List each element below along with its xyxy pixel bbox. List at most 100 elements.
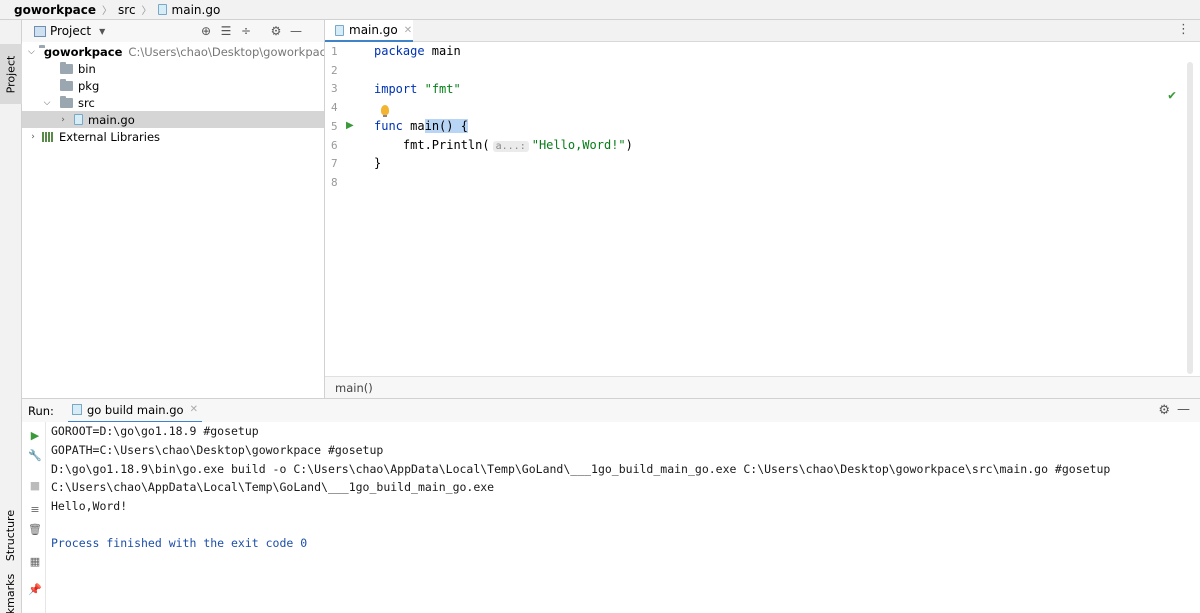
folder-icon	[60, 78, 73, 91]
lightbulb-icon[interactable]	[381, 105, 389, 117]
keyword: package	[374, 44, 425, 58]
tool-window-bookmarks-label: Bookmarks	[4, 573, 18, 613]
project-tree: ⌵ goworkpace C:\Users\chao\Desktop\gowor…	[22, 42, 333, 398]
left-tool-strip: Project Structure Bookmarks	[0, 20, 22, 613]
tool-window-bookmarks[interactable]: Bookmarks	[0, 573, 22, 613]
gear-icon[interactable]: ⚙	[268, 23, 284, 39]
line-number: 1	[331, 45, 338, 58]
line-number: 2	[331, 64, 338, 77]
keyword: func	[374, 119, 403, 133]
no-problems-check-icon[interactable]: ✔	[1168, 88, 1176, 103]
run-gutter-icon[interactable]: ▶	[346, 120, 354, 131]
go-build-icon	[71, 404, 82, 415]
rerun-icon[interactable]: ▶	[28, 428, 42, 442]
chevron-down-icon[interactable]: ⌵	[28, 47, 35, 57]
close-icon[interactable]: ✕	[404, 25, 412, 36]
tree-item-path: C:\Users\chao\Desktop\goworkpace	[128, 44, 334, 59]
tree-item-src[interactable]: ⌵ src	[22, 94, 324, 111]
go-file-icon	[335, 24, 344, 36]
run-toolbar: ▶ 🔧 ■ ≡ 🗑 ▦ 📌	[22, 422, 46, 613]
console-line: Process finished with the exit code 0	[51, 536, 308, 550]
code-line-6: fmt.Println(a...: "Hello,Word!")	[374, 138, 633, 152]
library-icon	[42, 131, 54, 142]
go-file-icon	[74, 114, 83, 125]
code-text: fmt.Println(	[402, 138, 490, 152]
console-line: GOROOT=D:\go\go1.18.9 #gosetup	[51, 424, 259, 438]
tool-window-project-label: Project	[4, 55, 18, 93]
hide-panel-icon[interactable]: —	[1177, 402, 1190, 417]
tree-item-label: goworkpace	[43, 44, 123, 59]
line-number: 3	[331, 82, 338, 95]
run-tab-go-build[interactable]: go build main.go ✕	[67, 399, 202, 423]
more-options-icon[interactable]: ⋮	[1177, 22, 1190, 37]
code-text: ma	[410, 119, 425, 133]
breadcrumb-folder[interactable]: src	[118, 3, 136, 17]
go-file-icon	[157, 4, 167, 15]
code-text: () {	[439, 119, 468, 133]
chevron-down-icon[interactable]: ▼	[99, 27, 105, 36]
code-line-5: func main() {	[374, 119, 468, 133]
tree-item-label: External Libraries	[59, 129, 161, 144]
string-literal: "fmt"	[424, 82, 461, 96]
close-icon[interactable]: ✕	[190, 404, 198, 415]
editor-tab-label: main.go	[349, 23, 398, 37]
tree-item-main-go[interactable]: › main.go	[22, 111, 324, 128]
tool-window-structure[interactable]: Structure	[0, 500, 22, 570]
console-output[interactable]: GOROOT=D:\go\go1.18.9 #gosetup GOPATH=C:…	[47, 422, 1197, 613]
tool-window-project[interactable]: Project	[0, 44, 22, 104]
keyword: import	[374, 82, 418, 96]
run-tab-label: go build main.go	[86, 402, 184, 417]
trash-icon[interactable]: 🗑	[28, 522, 42, 536]
layout-icon[interactable]: ▦	[28, 554, 42, 568]
editor-scrollbar[interactable]	[1187, 62, 1193, 374]
console-line: D:\go\go1.18.9\bin\go.exe build -o C:\Us…	[51, 462, 1111, 476]
tree-item-external-libraries[interactable]: › External Libraries	[22, 128, 324, 145]
project-view-icon	[34, 25, 46, 37]
gear-icon[interactable]: ⚙	[1158, 403, 1170, 418]
soft-wrap-icon[interactable]: ≡	[28, 502, 42, 516]
console-line: Hello,Word!	[51, 499, 128, 513]
tree-item-pkg[interactable]: pkg	[22, 77, 324, 94]
console-line: GOPATH=C:\Users\chao\Desktop\goworkpace …	[51, 443, 384, 457]
breadcrumb-file[interactable]: main.go	[172, 3, 221, 17]
chevron-down-icon[interactable]: ⌵	[42, 98, 52, 108]
selected-text: in	[424, 119, 440, 133]
project-view-selector[interactable]: Project	[50, 24, 91, 38]
expand-all-icon[interactable]: ☰	[218, 23, 234, 39]
chevron-right-icon: 〉	[102, 6, 113, 17]
collapse-all-icon[interactable]: ÷	[238, 23, 254, 39]
chevron-right-icon[interactable]: ›	[58, 115, 68, 125]
code-text: )	[625, 138, 633, 152]
run-panel-header: Run: go build main.go ✕ ⚙ —	[22, 398, 1200, 423]
tree-item-label: pkg	[78, 78, 100, 93]
tree-item-goworkpace[interactable]: ⌵ goworkpace C:\Users\chao\Desktop\gowor…	[22, 43, 333, 60]
stop-icon[interactable]: ■	[28, 478, 42, 492]
editor-breadcrumb: main()	[325, 376, 1200, 398]
tree-item-label: main.go	[88, 112, 135, 127]
tree-item-label: bin	[78, 61, 96, 76]
wrench-icon[interactable]: 🔧	[28, 448, 42, 462]
code-editor[interactable]: package main import "fmt" func main() { …	[374, 42, 1184, 376]
current-function[interactable]: main()	[335, 381, 373, 395]
editor-gutter[interactable]: 1 2 3 4 5 ▶ 6 7 8	[325, 42, 367, 376]
code-line-7: }	[374, 156, 381, 170]
line-number: 5	[331, 120, 338, 133]
hide-panel-icon[interactable]: —	[288, 23, 304, 39]
editor-tab-main-go[interactable]: main.go ✕	[325, 20, 413, 42]
line-number: 4	[331, 101, 338, 114]
breadcrumb-project[interactable]: goworkpace	[14, 3, 96, 17]
console-line: C:\Users\chao\AppData\Local\Temp\GoLand\…	[51, 480, 495, 494]
tree-item-label: src	[78, 95, 95, 110]
code-text: main	[424, 44, 461, 58]
pin-icon[interactable]: 📌	[28, 582, 42, 596]
tree-item-bin[interactable]: bin	[22, 60, 324, 77]
line-number: 7	[331, 157, 338, 170]
line-number: 6	[331, 139, 338, 152]
folder-icon	[60, 95, 73, 108]
folder-icon	[60, 61, 73, 74]
locate-file-icon[interactable]: ⊕	[198, 23, 214, 39]
line-number: 8	[331, 176, 338, 189]
code-line-3: import "fmt"	[374, 82, 461, 96]
chevron-right-icon[interactable]: ›	[28, 132, 38, 142]
parameter-hint: a...:	[492, 141, 529, 152]
